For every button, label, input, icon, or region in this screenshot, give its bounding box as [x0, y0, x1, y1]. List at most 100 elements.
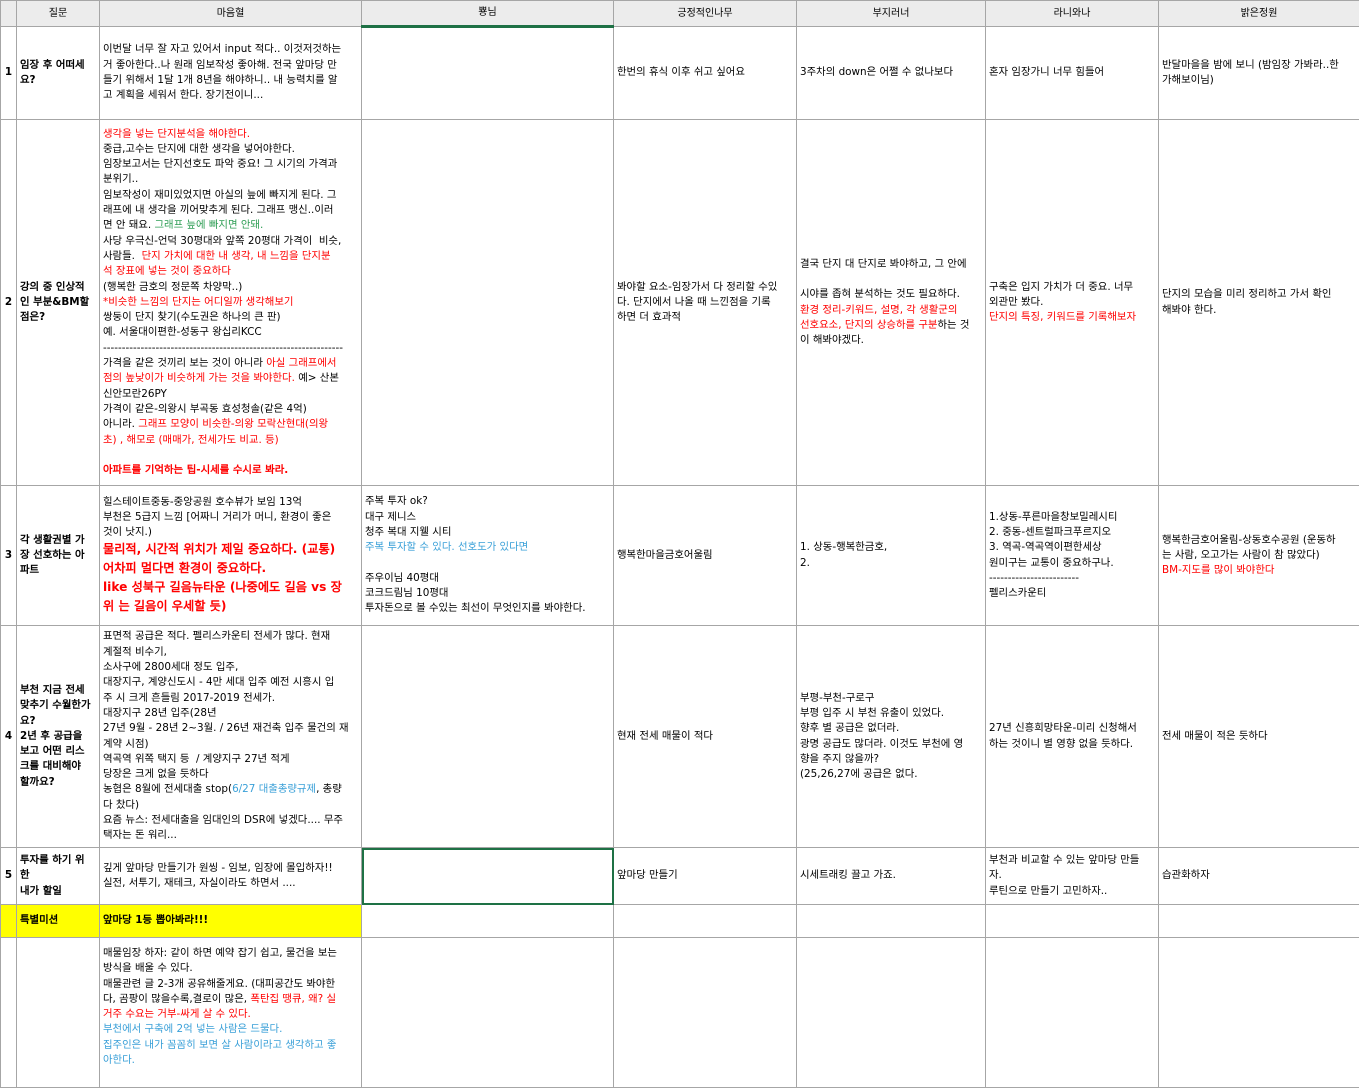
empty-cell[interactable]: [614, 938, 797, 1088]
question-line: 보고 어떤 리스: [20, 744, 96, 759]
cell-text: 힐스테이트중동-중앙공원 호수뷰가 보임 13억: [103, 496, 302, 508]
answer-cell-positive[interactable]: 봐야할 요소-임장가서 다 정리할 수있다. 단지에서 나올 때 느낀점을 기록…: [614, 120, 797, 486]
answer-cell-ppyong[interactable]: [362, 27, 614, 120]
cell-text: *비슷한 느낌의 단지는 어디일까 생각해보기: [103, 296, 293, 308]
empty-cell[interactable]: [797, 905, 986, 938]
answer-cell-raniwana[interactable]: 구축은 입지 가치가 더 중요. 너무외관만 봤다.단지의 특징, 키워드를 기…: [986, 120, 1159, 486]
cell-text: 단지의 모습을 미리 정리하고 가서 확인: [1162, 288, 1331, 300]
answer-cell-bujirunner[interactable]: 부평-부천-구로구부평 입주 시 부천 유출이 있었다.향후 별 공급은 없더라…: [797, 626, 986, 848]
header-corner[interactable]: [1, 1, 17, 27]
answer-cell-raniwana[interactable]: 1.상동-푸른마을창보밀레시티2. 중동-센트럴파크푸르지오3. 역곡-역곡역이…: [986, 486, 1159, 626]
question-line: 임장 후 어떠세: [20, 58, 96, 73]
cell-line: 가격을 같은 것끼리 보는 것이 아니라 아실 그래프에서: [103, 356, 358, 371]
row-number-cell[interactable]: [1, 905, 17, 938]
cell-text: 대장지구, 계양신도시 - 4만 세대 입주 예전 시흥시 입: [103, 676, 334, 688]
cell-text: 신안모란26PY: [103, 388, 167, 400]
header-ppyong[interactable]: 뿅님: [362, 1, 614, 27]
table-row: 3각 생활권별 가장 선호하는 아파트힐스테이트중동-중앙공원 호수뷰가 보임 …: [1, 486, 1359, 626]
cell-text: 27년 9월 - 28년 2~3월. / 26년 재건축 입주 물건의 재: [103, 722, 349, 734]
cell-text: 반달마을을 밤에 보니 (밤임장 가봐라..한: [1162, 59, 1339, 71]
cell-line: 부천과 비교할 수 있는 앞마당 만들: [989, 853, 1155, 868]
question-cell[interactable]: 강의 중 인상적인 부분&BM할점은?: [17, 120, 100, 486]
cell-text: 향을 주지 않을까?: [800, 753, 879, 765]
answer-cell-bright[interactable]: 행복한금호어울림-상동호수공원 (운동하는 사람, 오고가는 사람이 참 많았다…: [1159, 486, 1359, 626]
header-positive-tree[interactable]: 긍정적인나무: [614, 1, 797, 27]
special-mission-text[interactable]: 앞마당 1등 뽑아봐라!!!: [100, 905, 362, 938]
empty-cell[interactable]: [797, 938, 986, 1088]
empty-cell[interactable]: [362, 938, 614, 1088]
answer-cell-maeum[interactable]: 이번달 너무 잘 자고 있어서 input 적다.. 이것저것하는거 좋아한다.…: [100, 27, 362, 120]
answer-cell-bright[interactable]: 습관화하자: [1159, 848, 1359, 905]
answer-cell-bujirunner[interactable]: 3주차의 down은 어쩔 수 없나보다: [797, 27, 986, 120]
answer-cell-ppyong[interactable]: [362, 120, 614, 486]
empty-cell[interactable]: [1159, 905, 1359, 938]
question-cell[interactable]: 임장 후 어떠세요?: [17, 27, 100, 120]
answer-cell-bright[interactable]: 전세 매물이 적은 듯하다: [1159, 626, 1359, 848]
answer-cell-bujirunner[interactable]: 결국 단지 대 단지로 봐야하고, 그 안에시야를 좁혀 분석하는 것도 필요하…: [797, 120, 986, 486]
spreadsheet: 질문 마음혈 뿅님 긍정적인나무 부지러너 라니와나 밝은정원 1임장 후 어떠…: [0, 0, 1359, 1082]
cell-line: 단지의 모습을 미리 정리하고 가서 확인: [1162, 287, 1356, 302]
answer-cell-raniwana[interactable]: 혼자 임장가니 너무 힘들어: [986, 27, 1159, 120]
header-raniwana[interactable]: 라니와나: [986, 1, 1159, 27]
row-number-cell[interactable]: 3: [1, 486, 17, 626]
question-cell[interactable]: 부천 지금 전세맞추기 수월한가요?2년 후 공급을보고 어떤 리스크를 대비해…: [17, 626, 100, 848]
answer-cell-raniwana[interactable]: 27년 신흥희망타운-미리 신청해서하는 것이니 별 영향 없을 듯하다.: [986, 626, 1159, 848]
cell-line: 초) , 해모로 (매매가, 전세가도 비교. 등): [103, 433, 358, 448]
header-maeum[interactable]: 마음혈: [100, 1, 362, 27]
extra-notes-cell[interactable]: 매물임장 하자: 같이 하면 예약 잡기 쉽고, 물건을 보는방식을 배울 수 …: [100, 938, 362, 1088]
answer-cell-positive[interactable]: 현재 전세 매물이 적다: [614, 626, 797, 848]
header-bujirunner[interactable]: 부지러너: [797, 1, 986, 27]
row-number-cell[interactable]: 2: [1, 120, 17, 486]
cell-text: 거 좋아한다..나 원래 임보작성 좋아해. 전국 앞마당 만: [103, 59, 337, 71]
cell-text: 부평-부천-구로구: [800, 692, 874, 704]
answer-cell-maeum[interactable]: 생각을 넣는 단지분석을 해야한다.중급,고수는 단지에 대한 생각을 넣어야한…: [100, 120, 362, 486]
cell-line: [800, 272, 982, 287]
row-number-cell[interactable]: 5: [1, 848, 17, 905]
answer-cell-ppyong[interactable]: [362, 848, 614, 905]
empty-cell[interactable]: [1, 938, 17, 1088]
answer-cell-maeum[interactable]: 깊게 앞마당 만들기가 원씽 - 임보, 임장에 몰입하자!!실전, 서투기, …: [100, 848, 362, 905]
empty-cell[interactable]: [986, 905, 1159, 938]
cell-text: 펠리스카운티: [989, 587, 1046, 599]
cell-text: 투자돈으로 볼 수있는 최선이 무엇인지를 봐야한다.: [365, 602, 586, 614]
answer-cell-bright[interactable]: 단지의 모습을 미리 정리하고 가서 확인해봐야 한다.: [1159, 120, 1359, 486]
cell-line: 단지의 특징, 키워드를 기록해보자: [989, 310, 1155, 325]
answer-cell-bright[interactable]: 반달마을을 밤에 보니 (밤임장 가봐라..한가해보이님): [1159, 27, 1359, 120]
answer-cell-ppyong[interactable]: 주복 투자 ok?대구 제니스청주 복대 지웰 시티주복 투자할 수 있다. 선…: [362, 486, 614, 626]
empty-cell[interactable]: [986, 938, 1159, 1088]
empty-cell[interactable]: [614, 905, 797, 938]
empty-cell[interactable]: [1159, 938, 1359, 1088]
answer-cell-maeum[interactable]: 표면적 공급은 적다. 펠리스카운티 전세가 많다. 현재계절적 비수기,소사구…: [100, 626, 362, 848]
data-table: 질문 마음혈 뿅님 긍정적인나무 부지러너 라니와나 밝은정원 1임장 후 어떠…: [0, 0, 1359, 1088]
answer-cell-bujirunner[interactable]: 1. 상동-행복한금호,2.: [797, 486, 986, 626]
cell-line: 들기 위해서 1달 1개 8년을 해야하니.. 내 능력치를 알: [103, 73, 358, 88]
cell-line: 역곡역 위쪽 택지 등 / 계양지구 27년 적게: [103, 752, 358, 767]
question-cell[interactable]: 각 생활권별 가장 선호하는 아파트: [17, 486, 100, 626]
cell-text: 다 찼다): [103, 799, 139, 811]
answer-cell-ppyong[interactable]: [362, 626, 614, 848]
cell-text: 분위기..: [103, 173, 138, 185]
answer-cell-bujirunner[interactable]: 시세트래킹 끌고 가죠.: [797, 848, 986, 905]
cell-text: 자.: [989, 869, 1002, 881]
special-mission-label[interactable]: 특별미션: [17, 905, 100, 938]
cell-line: 코크드림님 10평대: [365, 586, 610, 601]
answer-cell-positive[interactable]: 앞마당 만들기: [614, 848, 797, 905]
answer-cell-maeum[interactable]: 힐스테이트중동-중앙공원 호수뷰가 보임 13억부천은 5급지 느낌 [어짜니 …: [100, 486, 362, 626]
cell-text: 대구 제니스: [365, 511, 416, 523]
cell-line: 계약 시점): [103, 737, 358, 752]
row-number-cell[interactable]: 4: [1, 626, 17, 848]
empty-cell[interactable]: [17, 938, 100, 1088]
empty-cell[interactable]: [362, 905, 614, 938]
header-question[interactable]: 질문: [17, 1, 100, 27]
question-line: 맞추기 수월한가: [20, 698, 96, 713]
header-bright-garden[interactable]: 밝은정원: [1159, 1, 1359, 27]
answer-cell-positive[interactable]: 한번의 휴식 이후 쉬고 싶어요: [614, 27, 797, 120]
cell-text: (행복한 금호의 정문쪽 차양막..): [103, 281, 242, 293]
answer-cell-raniwana[interactable]: 부천과 비교할 수 있는 앞마당 만들자.루틴으로 만들기 고민하자..: [986, 848, 1159, 905]
cell-text: 택자는 돈 워리...: [103, 829, 177, 841]
answer-cell-positive[interactable]: 행복한마을금호어울림: [614, 486, 797, 626]
question-cell[interactable]: 투자를 하기 위한내가 할일: [17, 848, 100, 905]
cell-line: 석 장표에 넣는 것이 중요하다: [103, 264, 358, 279]
cell-text: 행복한마을금호어울림: [617, 549, 713, 561]
row-number-cell[interactable]: 1: [1, 27, 17, 120]
